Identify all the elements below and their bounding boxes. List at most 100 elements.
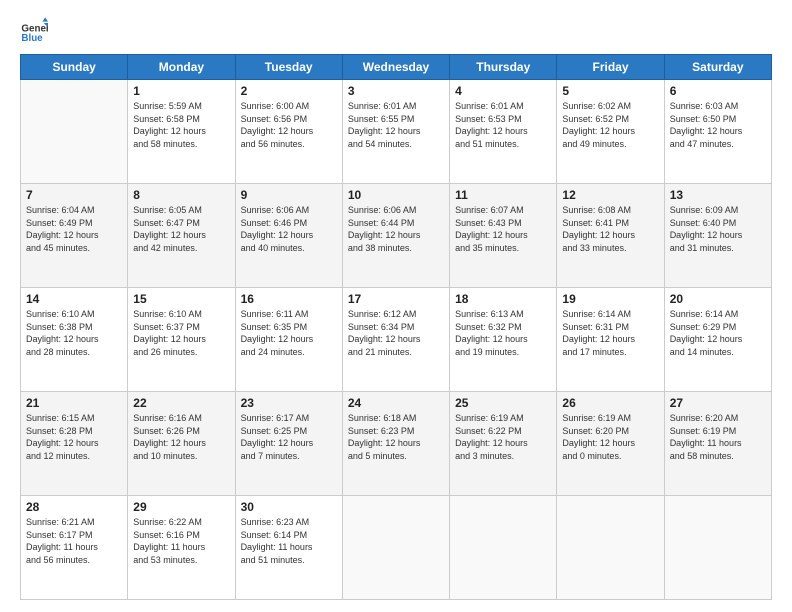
day-number: 2 bbox=[241, 84, 337, 98]
calendar-cell bbox=[557, 496, 664, 600]
calendar-table: SundayMondayTuesdayWednesdayThursdayFrid… bbox=[20, 54, 772, 600]
calendar-cell: 22 Sunrise: 6:16 AM Sunset: 6:26 PM Dayli… bbox=[128, 392, 235, 496]
logo-icon: General Blue bbox=[20, 16, 48, 44]
day-number: 12 bbox=[562, 188, 658, 202]
day-info: Sunrise: 6:10 AM Sunset: 6:38 PM Dayligh… bbox=[26, 308, 122, 358]
day-info: Sunrise: 6:10 AM Sunset: 6:37 PM Dayligh… bbox=[133, 308, 229, 358]
day-number: 28 bbox=[26, 500, 122, 514]
day-number: 30 bbox=[241, 500, 337, 514]
day-info: Sunrise: 6:16 AM Sunset: 6:26 PM Dayligh… bbox=[133, 412, 229, 462]
day-number: 15 bbox=[133, 292, 229, 306]
day-number: 3 bbox=[348, 84, 444, 98]
calendar-cell: 3 Sunrise: 6:01 AM Sunset: 6:55 PM Daylig… bbox=[342, 80, 449, 184]
day-number: 21 bbox=[26, 396, 122, 410]
page: General Blue SundayMondayTuesdayWednesda… bbox=[0, 0, 792, 612]
day-header-thursday: Thursday bbox=[450, 55, 557, 80]
day-number: 7 bbox=[26, 188, 122, 202]
calendar-cell: 20 Sunrise: 6:14 AM Sunset: 6:29 PM Dayli… bbox=[664, 288, 771, 392]
day-info: Sunrise: 5:59 AM Sunset: 6:58 PM Dayligh… bbox=[133, 100, 229, 150]
day-number: 17 bbox=[348, 292, 444, 306]
calendar-cell: 1 Sunrise: 5:59 AM Sunset: 6:58 PM Daylig… bbox=[128, 80, 235, 184]
day-info: Sunrise: 6:02 AM Sunset: 6:52 PM Dayligh… bbox=[562, 100, 658, 150]
day-number: 9 bbox=[241, 188, 337, 202]
calendar-cell bbox=[342, 496, 449, 600]
calendar-cell: 8Sunrise: 6:05 AM Sunset: 6:47 PM Daylig… bbox=[128, 184, 235, 288]
day-number: 14 bbox=[26, 292, 122, 306]
day-header-sunday: Sunday bbox=[21, 55, 128, 80]
week-row-3: 14 Sunrise: 6:10 AM Sunset: 6:38 PM Dayli… bbox=[21, 288, 772, 392]
calendar-cell bbox=[450, 496, 557, 600]
header-row: SundayMondayTuesdayWednesdayThursdayFrid… bbox=[21, 55, 772, 80]
calendar-cell: 25 Sunrise: 6:19 AM Sunset: 6:22 PM Dayli… bbox=[450, 392, 557, 496]
day-number: 29 bbox=[133, 500, 229, 514]
svg-text:Blue: Blue bbox=[21, 33, 43, 44]
day-header-monday: Monday bbox=[128, 55, 235, 80]
calendar-cell: 28 Sunrise: 6:21 AM Sunset: 6:17 PM Dayli… bbox=[21, 496, 128, 600]
week-row-4: 21 Sunrise: 6:15 AM Sunset: 6:28 PM Dayli… bbox=[21, 392, 772, 496]
day-header-tuesday: Tuesday bbox=[235, 55, 342, 80]
day-info: Sunrise: 6:04 AM Sunset: 6:49 PM Dayligh… bbox=[26, 204, 122, 254]
week-row-5: 28 Sunrise: 6:21 AM Sunset: 6:17 PM Dayli… bbox=[21, 496, 772, 600]
day-info: Sunrise: 6:21 AM Sunset: 6:17 PM Dayligh… bbox=[26, 516, 122, 566]
logo: General Blue bbox=[20, 16, 48, 44]
day-info: Sunrise: 6:08 AM Sunset: 6:41 PM Dayligh… bbox=[562, 204, 658, 254]
day-info: Sunrise: 6:01 AM Sunset: 6:55 PM Dayligh… bbox=[348, 100, 444, 150]
day-number: 6 bbox=[670, 84, 766, 98]
day-info: Sunrise: 6:20 AM Sunset: 6:19 PM Dayligh… bbox=[670, 412, 766, 462]
day-number: 26 bbox=[562, 396, 658, 410]
day-info: Sunrise: 6:06 AM Sunset: 6:46 PM Dayligh… bbox=[241, 204, 337, 254]
calendar-cell: 18 Sunrise: 6:13 AM Sunset: 6:32 PM Dayli… bbox=[450, 288, 557, 392]
calendar-cell: 14 Sunrise: 6:10 AM Sunset: 6:38 PM Dayli… bbox=[21, 288, 128, 392]
day-info: Sunrise: 6:19 AM Sunset: 6:20 PM Dayligh… bbox=[562, 412, 658, 462]
day-number: 25 bbox=[455, 396, 551, 410]
day-number: 16 bbox=[241, 292, 337, 306]
calendar-cell: 23 Sunrise: 6:17 AM Sunset: 6:25 PM Dayli… bbox=[235, 392, 342, 496]
day-info: Sunrise: 6:11 AM Sunset: 6:35 PM Dayligh… bbox=[241, 308, 337, 358]
day-header-saturday: Saturday bbox=[664, 55, 771, 80]
day-number: 5 bbox=[562, 84, 658, 98]
calendar-cell: 7 Sunrise: 6:04 AM Sunset: 6:49 PM Daylig… bbox=[21, 184, 128, 288]
day-info: Sunrise: 6:17 AM Sunset: 6:25 PM Dayligh… bbox=[241, 412, 337, 462]
day-info: Sunrise: 6:12 AM Sunset: 6:34 PM Dayligh… bbox=[348, 308, 444, 358]
calendar-cell bbox=[664, 496, 771, 600]
calendar-cell: 11Sunrise: 6:07 AM Sunset: 6:43 PM Dayli… bbox=[450, 184, 557, 288]
day-header-friday: Friday bbox=[557, 55, 664, 80]
day-number: 18 bbox=[455, 292, 551, 306]
calendar-cell: 24Sunrise: 6:18 AM Sunset: 6:23 PM Dayli… bbox=[342, 392, 449, 496]
week-row-1: 1 Sunrise: 5:59 AM Sunset: 6:58 PM Daylig… bbox=[21, 80, 772, 184]
calendar-cell: 17 Sunrise: 6:12 AM Sunset: 6:34 PM Dayli… bbox=[342, 288, 449, 392]
day-number: 10 bbox=[348, 188, 444, 202]
day-info: Sunrise: 6:01 AM Sunset: 6:53 PM Dayligh… bbox=[455, 100, 551, 150]
calendar-cell: 6 Sunrise: 6:03 AM Sunset: 6:50 PM Daylig… bbox=[664, 80, 771, 184]
calendar-cell: 19 Sunrise: 6:14 AM Sunset: 6:31 PM Dayli… bbox=[557, 288, 664, 392]
day-info: Sunrise: 6:03 AM Sunset: 6:50 PM Dayligh… bbox=[670, 100, 766, 150]
day-info: Sunrise: 6:14 AM Sunset: 6:31 PM Dayligh… bbox=[562, 308, 658, 358]
calendar-cell: 16 Sunrise: 6:11 AM Sunset: 6:35 PM Dayli… bbox=[235, 288, 342, 392]
calendar-cell: 10Sunrise: 6:06 AM Sunset: 6:44 PM Dayli… bbox=[342, 184, 449, 288]
calendar-cell bbox=[21, 80, 128, 184]
day-number: 22 bbox=[133, 396, 229, 410]
day-number: 20 bbox=[670, 292, 766, 306]
day-number: 11 bbox=[455, 188, 551, 202]
day-info: Sunrise: 6:13 AM Sunset: 6:32 PM Dayligh… bbox=[455, 308, 551, 358]
day-number: 19 bbox=[562, 292, 658, 306]
calendar-cell: 29Sunrise: 6:22 AM Sunset: 6:16 PM Dayli… bbox=[128, 496, 235, 600]
calendar-cell: 5 Sunrise: 6:02 AM Sunset: 6:52 PM Daylig… bbox=[557, 80, 664, 184]
day-info: Sunrise: 6:00 AM Sunset: 6:56 PM Dayligh… bbox=[241, 100, 337, 150]
day-info: Sunrise: 6:09 AM Sunset: 6:40 PM Dayligh… bbox=[670, 204, 766, 254]
calendar-cell: 12 Sunrise: 6:08 AM Sunset: 6:41 PM Dayli… bbox=[557, 184, 664, 288]
day-number: 1 bbox=[133, 84, 229, 98]
day-info: Sunrise: 6:18 AM Sunset: 6:23 PM Dayligh… bbox=[348, 412, 444, 462]
day-info: Sunrise: 6:19 AM Sunset: 6:22 PM Dayligh… bbox=[455, 412, 551, 462]
calendar-cell: 30Sunrise: 6:23 AM Sunset: 6:14 PM Dayli… bbox=[235, 496, 342, 600]
calendar-cell: 26 Sunrise: 6:19 AM Sunset: 6:20 PM Dayli… bbox=[557, 392, 664, 496]
day-info: Sunrise: 6:14 AM Sunset: 6:29 PM Dayligh… bbox=[670, 308, 766, 358]
day-info: Sunrise: 6:15 AM Sunset: 6:28 PM Dayligh… bbox=[26, 412, 122, 462]
day-number: 4 bbox=[455, 84, 551, 98]
day-number: 23 bbox=[241, 396, 337, 410]
week-row-2: 7 Sunrise: 6:04 AM Sunset: 6:49 PM Daylig… bbox=[21, 184, 772, 288]
calendar-cell: 9 Sunrise: 6:06 AM Sunset: 6:46 PM Daylig… bbox=[235, 184, 342, 288]
header: General Blue bbox=[20, 16, 772, 44]
day-number: 27 bbox=[670, 396, 766, 410]
day-number: 8 bbox=[133, 188, 229, 202]
